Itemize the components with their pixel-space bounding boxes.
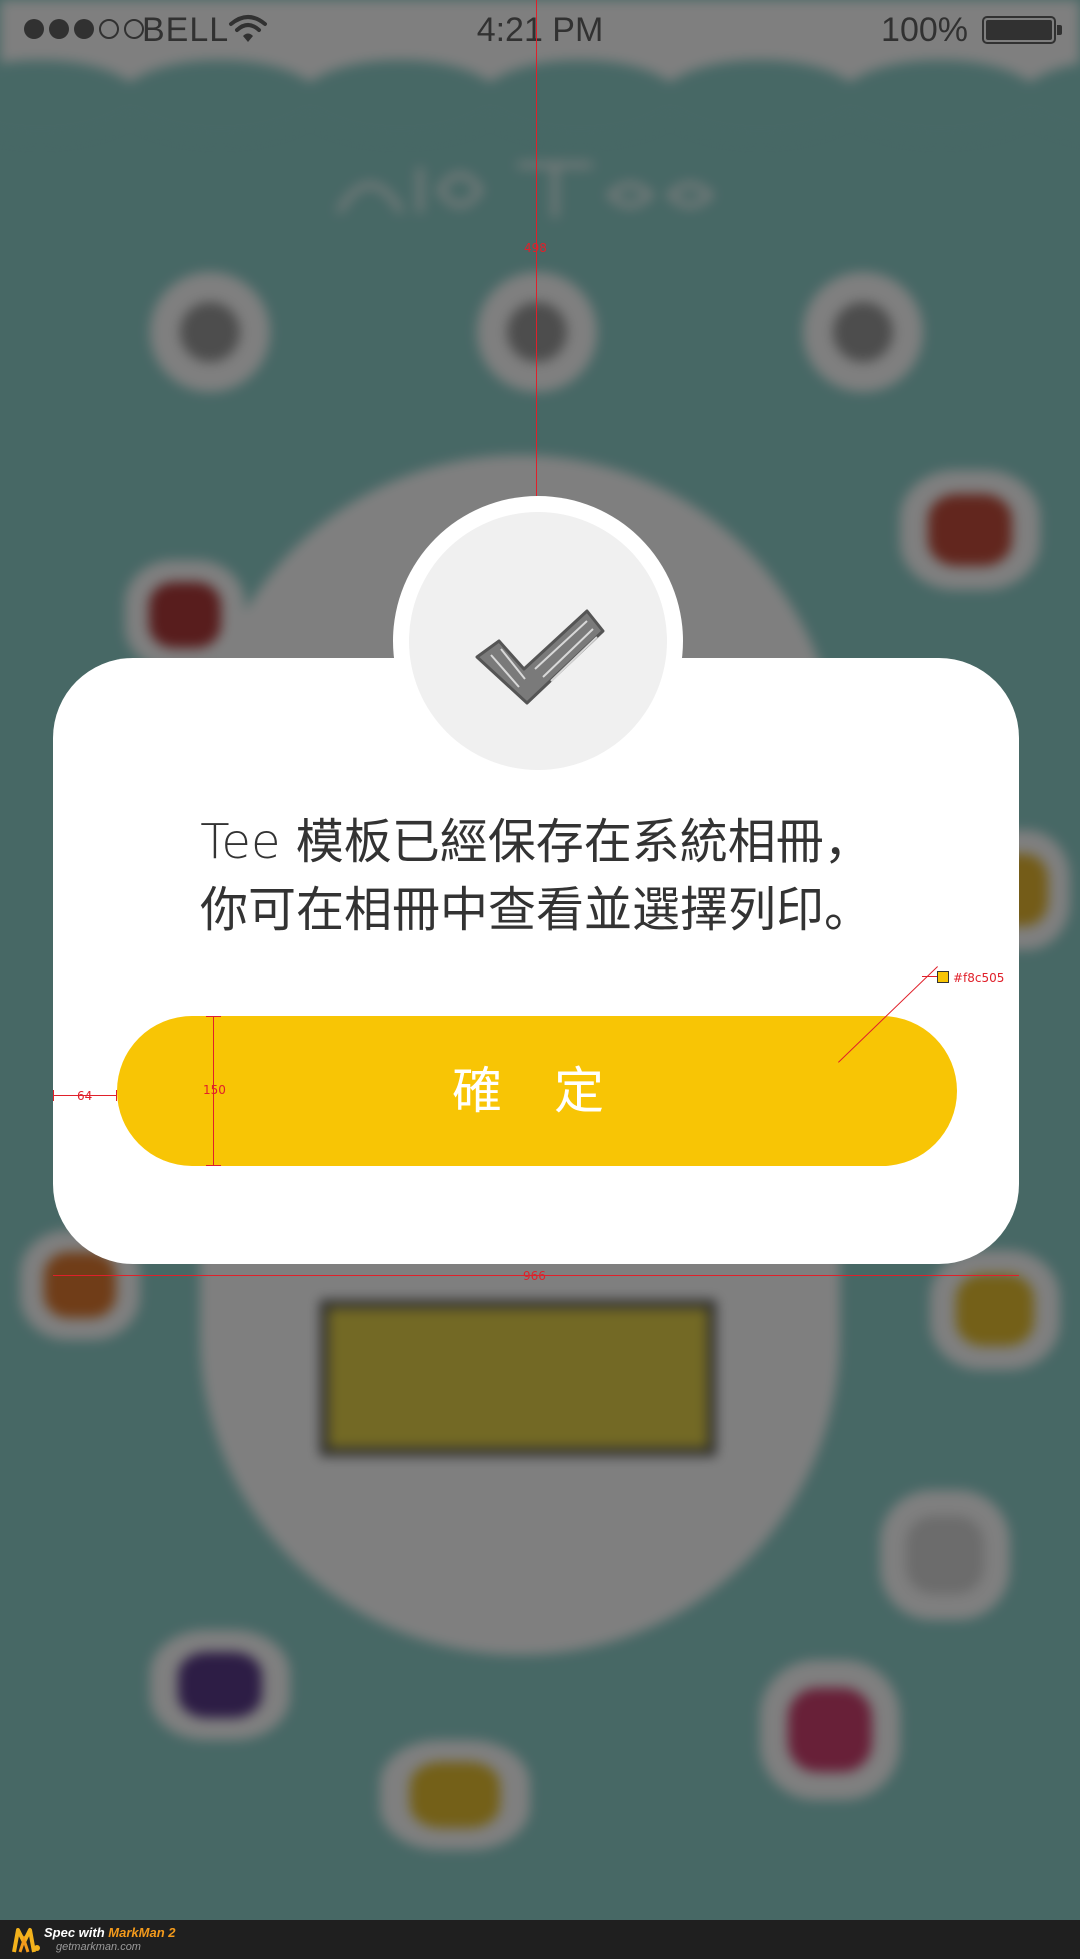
confirm-button[interactable]: 確 定	[117, 1016, 957, 1166]
markman-brand: MarkMan 2	[108, 1925, 176, 1940]
annotation-tick	[206, 1016, 221, 1017]
markman-spec-text: Spec with MarkMan 2	[44, 1925, 176, 1940]
annotation-tick	[53, 1090, 54, 1101]
battery-fill	[986, 20, 1052, 40]
annotation-tick	[206, 1165, 221, 1166]
battery-icon	[982, 16, 1056, 44]
checkmark-icon	[475, 609, 605, 705]
battery-tip	[1057, 25, 1062, 35]
annotation-color-value: #f8c505	[953, 971, 1005, 985]
markman-logo-icon	[12, 1928, 40, 1953]
success-badge	[393, 496, 683, 786]
annotation-top-distance: 498	[524, 241, 547, 255]
annotation-button-height: 150	[203, 1083, 226, 1097]
dialog-message: Tee 模板已經保存在系統相冊， 你可在相冊中查看並選擇列印。	[53, 808, 1019, 944]
annotation-card-width: 966	[523, 1269, 546, 1283]
success-badge-inner	[409, 512, 667, 770]
battery-percentage: 100%	[881, 11, 968, 49]
markman-footer: Spec with MarkMan 2 getmarkman.com	[0, 1920, 1080, 1959]
markman-spec-prefix: Spec with	[44, 1925, 109, 1940]
screen: BELL 4:21 PM 100% Tee 模板已經保存在系統相冊， 你可在相冊…	[0, 0, 1080, 1959]
markman-site: getmarkman.com	[56, 1941, 141, 1953]
annotation-tick	[116, 1090, 117, 1101]
dialog-message-line2: 你可在相冊中查看並選擇列印。	[199, 882, 872, 938]
dialog-message-line1: Tee 模板已經保存在系統相冊，	[200, 814, 872, 870]
color-swatch	[937, 971, 949, 983]
status-bar: BELL 4:21 PM 100%	[0, 0, 1080, 60]
annotation-left-margin: 64	[77, 1089, 93, 1103]
